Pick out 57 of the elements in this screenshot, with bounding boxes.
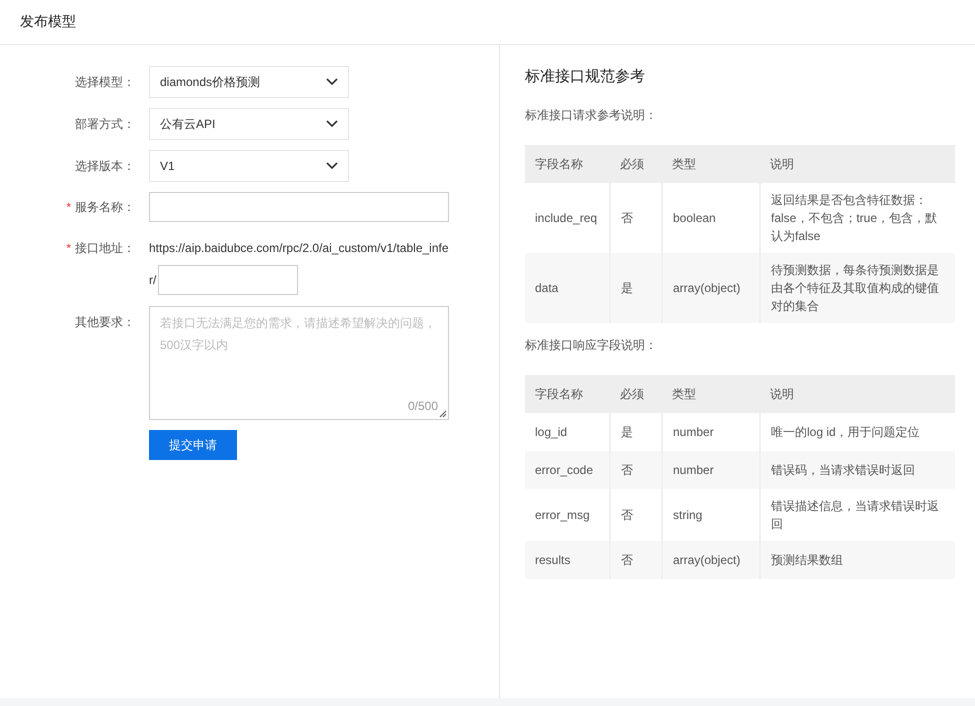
select-field[interactable]: V1 — [149, 150, 349, 182]
table-cell: number — [662, 413, 760, 451]
field-label: 接口地址： — [75, 241, 135, 255]
table-cell: include_req — [525, 183, 610, 253]
table-cell: 错误描述信息，当请求错误时返回 — [760, 489, 955, 541]
table-cell: results — [525, 541, 610, 579]
table-cell: boolean — [662, 183, 760, 253]
required-mark: * — [66, 200, 71, 214]
input-field[interactable] — [149, 192, 449, 222]
table-cell: 是 — [610, 253, 662, 323]
table-cell: array(object) — [662, 253, 760, 323]
table-cell: 返回结果是否包含特征数据：false，不包含；true，包含，默认为false — [760, 183, 955, 253]
input-field[interactable] — [158, 265, 298, 295]
submit-button[interactable]: 提交申请 — [149, 430, 237, 460]
table-cell: 否 — [610, 541, 662, 579]
table-cell: data — [525, 253, 610, 323]
table-cell: error_code — [525, 451, 610, 489]
table-cell: log_id — [525, 413, 610, 451]
url-text: https://aip.baidubce.com/rpc/2.0/ai_custom/v1/table_infe — [149, 240, 449, 257]
char-counter: 0/500 — [408, 399, 438, 413]
page-title: 发布模型 — [20, 13, 76, 31]
field-label: 选择模型： — [75, 75, 135, 89]
select-field[interactable]: diamonds价格预测 — [149, 66, 349, 98]
chevron-down-icon — [326, 162, 338, 170]
column-header: 说明 — [760, 375, 955, 413]
select-field[interactable]: 公有云API — [149, 108, 349, 140]
required-mark: * — [66, 241, 71, 255]
field-label: 服务名称： — [75, 200, 135, 214]
column-header: 字段名称 — [525, 375, 610, 413]
field-label: 选择版本： — [75, 159, 135, 173]
table-cell: string — [662, 489, 760, 541]
table-cell: 否 — [610, 451, 662, 489]
column-header: 类型 — [662, 375, 760, 413]
chevron-down-icon — [326, 120, 338, 128]
resize-handle-icon[interactable] — [439, 410, 447, 418]
table-cell: error_msg — [525, 489, 610, 541]
column-header: 说明 — [760, 145, 955, 183]
table-cell: 待预测数据，每条待预测数据是由各个特征及其取值构成的键值对的集合 — [760, 253, 955, 323]
column-header: 字段名称 — [525, 145, 610, 183]
chevron-down-icon — [326, 78, 338, 86]
table-cell: 是 — [610, 413, 662, 451]
section-heading: 标准接口响应字段说明： — [525, 337, 658, 353]
url-text: r/ — [149, 272, 156, 289]
section-title: 标准接口规范参考 — [525, 67, 646, 87]
table-cell: 错误码，当请求错误时返回 — [760, 451, 955, 489]
field-label: 部署方式： — [75, 117, 135, 131]
section-heading: 标准接口请求参考说明： — [525, 107, 658, 123]
column-header: 必须 — [610, 375, 662, 413]
field-label: 其他要求： — [75, 315, 135, 329]
table-cell: array(object) — [662, 541, 760, 579]
table-cell: 预测结果数组 — [760, 541, 955, 579]
column-header: 必须 — [610, 145, 662, 183]
table-cell: 否 — [610, 489, 662, 541]
table-cell: 否 — [610, 183, 662, 253]
table-cell: number — [662, 451, 760, 489]
table-cell: 唯一的log id，用于问题定位 — [760, 413, 955, 451]
column-header: 类型 — [662, 145, 760, 183]
